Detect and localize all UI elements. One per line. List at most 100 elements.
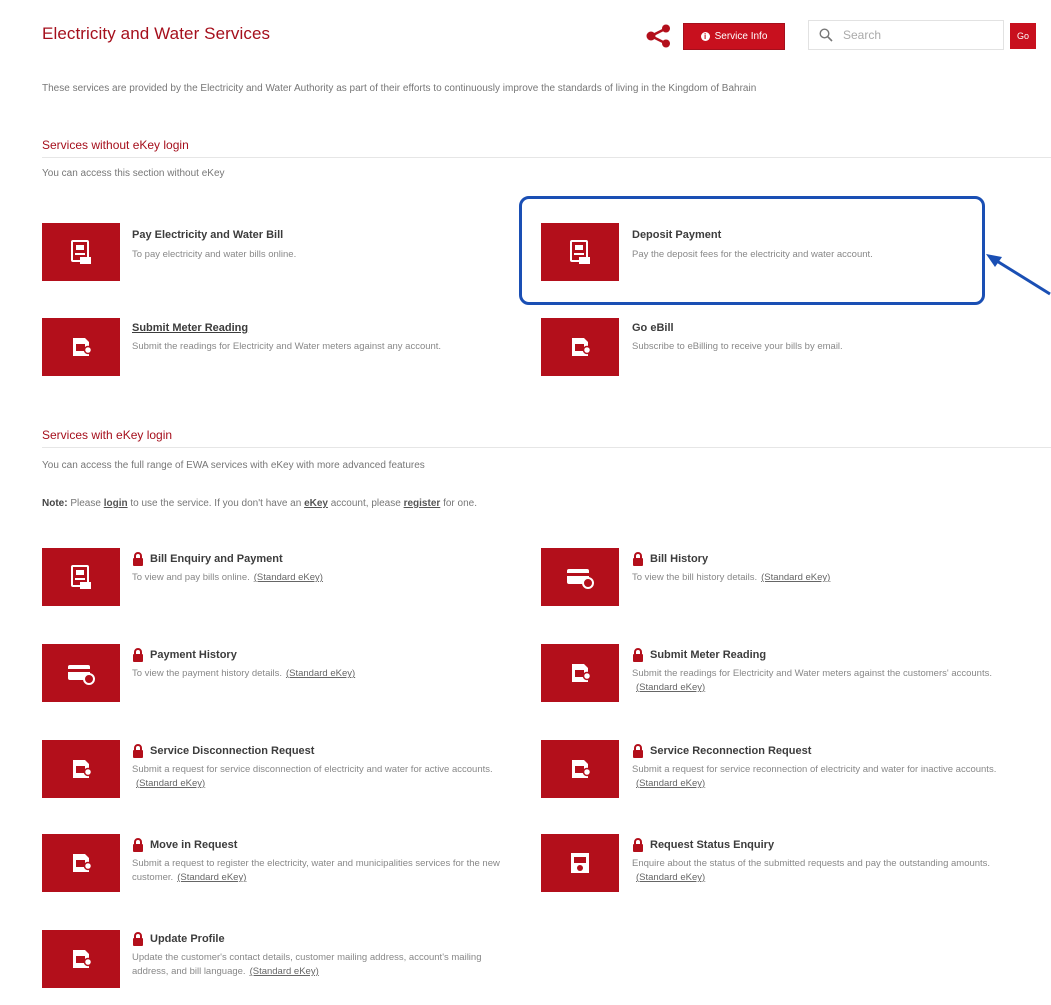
register-link[interactable]: register [404,498,441,509]
service-title-label: Update Profile [150,933,225,945]
service-tile[interactable] [541,740,619,798]
service-description: To view the payment history details. (Sta… [132,667,492,681]
info-icon: i [700,32,710,41]
service-title[interactable]: Request Status Enquiry [632,838,774,852]
bill-icon [71,565,91,589]
service-title-label: Bill History [650,553,709,565]
service-description-text: Submit a request for service disconnecti… [132,764,493,775]
service-tile[interactable] [541,834,619,892]
service-description: Submit a request for service disconnecti… [132,763,512,791]
standard-ekey-link[interactable]: (Standard eKey) [250,966,319,977]
service-title[interactable]: Service Disconnection Request [132,744,314,758]
bill-icon [71,240,91,264]
service-description-text: To view and pay bills online. [132,572,250,583]
service-description: Subscribe to eBilling to receive your bi… [632,341,843,352]
go-button[interactable]: Go [1010,23,1036,49]
service-title[interactable]: Pay Electricity and Water Bill [132,229,283,241]
service-info-button[interactable]: i Service Info [683,23,785,50]
service-tile[interactable] [42,930,120,988]
card-icon [68,665,95,685]
note-text: for one. [443,498,477,509]
service-description: Submit a request for service reconnectio… [632,763,1022,791]
note-text: to use the service. If you don't have an [130,498,302,509]
service-description-text: To view the payment history details. [132,668,282,679]
meter-icon [572,760,592,778]
service-tile[interactable] [541,548,619,606]
search-icon [819,28,833,42]
highlight-box [519,196,985,305]
search-box[interactable] [808,20,1004,50]
standard-ekey-link[interactable]: (Standard eKey) [286,668,355,679]
page-title: Electricity and Water Services [42,24,271,43]
service-title-label: Move in Request [150,839,238,851]
service-title[interactable]: Move in Request [132,838,237,852]
annotation-arrow-icon [986,254,1051,296]
service-description: Submit the readings for Electricity and … [632,667,1002,695]
service-title-label: Submit Meter Reading [650,649,767,661]
meter-icon [73,950,93,968]
service-title-label: Service Disconnection Request [150,745,315,757]
service-title[interactable]: Service Reconnection Request [632,744,811,758]
lock-icon [633,744,643,758]
standard-ekey-link[interactable]: (Standard eKey) [177,872,246,883]
standard-ekey-link[interactable]: (Standard eKey) [636,682,705,693]
service-title-label: Payment History [150,649,237,661]
service-description: To view the bill history details. (Standa… [632,571,1012,585]
lock-icon [133,744,143,758]
meter-icon [572,338,592,356]
service-title[interactable]: Bill Enquiry and Payment [132,552,283,566]
note-label: Note: [42,498,68,509]
service-tile[interactable] [42,834,120,892]
lock-icon [133,552,143,566]
service-tile[interactable] [42,548,120,606]
meter-icon [73,854,93,872]
service-description: Enquire about the status of the submitte… [632,857,1002,885]
lock-icon [633,552,643,566]
service-title[interactable]: Submit Meter Reading [632,648,766,662]
service-tile[interactable] [42,223,120,281]
service-info-label: Service Info [714,31,768,42]
service-title[interactable]: Go eBill [632,322,674,334]
service-title-label: Request Status Enquiry [650,839,775,851]
meter-icon [73,760,93,778]
standard-ekey-link[interactable]: (Standard eKey) [636,872,705,883]
lock-icon [133,648,143,662]
service-tile[interactable] [42,740,120,798]
service-tile[interactable] [42,644,120,702]
service-tile[interactable] [541,644,619,702]
service-description-text: Submit the readings for Electricity and … [632,668,992,679]
standard-ekey-link[interactable]: (Standard eKey) [761,572,830,583]
service-tile[interactable] [42,318,120,376]
standard-ekey-link[interactable]: (Standard eKey) [636,778,705,789]
standard-ekey-link[interactable]: (Standard eKey) [254,572,323,583]
ekey-link[interactable]: eKey [304,498,328,509]
lock-icon [133,932,143,946]
note-text: Please [70,498,101,509]
service-title[interactable]: Update Profile [132,932,225,946]
service-description-text: Submit a request for service reconnectio… [632,764,997,775]
section-title-without-ekey: Services without eKey login [42,138,189,152]
section-subtitle-with-ekey: You can access the full range of EWA ser… [42,460,425,471]
login-note: Note: Please login to use the service. I… [42,498,477,509]
status-icon [571,853,589,873]
service-tile[interactable] [541,318,619,376]
intro-text: These services are provided by the Elect… [42,83,757,94]
service-description: To pay electricity and water bills onlin… [132,249,297,260]
service-title-label: Bill Enquiry and Payment [150,553,283,565]
standard-ekey-link[interactable]: (Standard eKey) [136,778,205,789]
lock-icon [633,838,643,852]
service-description-text: To view the bill history details. [632,572,758,583]
section-title-with-ekey: Services with eKey login [42,428,173,442]
search-input[interactable] [841,27,995,43]
login-link[interactable]: login [104,498,128,509]
share-icon[interactable] [645,24,673,48]
service-description: Update the customer's contact details, c… [132,951,502,979]
service-title[interactable]: Submit Meter Reading [132,322,248,334]
service-title[interactable]: Payment History [132,648,237,662]
card-icon [567,569,594,589]
service-description-text: Enquire about the status of the submitte… [632,858,991,869]
lock-icon [133,838,143,852]
service-description: To view and pay bills online. (Standard e… [132,571,492,585]
service-title[interactable]: Bill History [632,552,708,566]
meter-icon [572,664,592,682]
